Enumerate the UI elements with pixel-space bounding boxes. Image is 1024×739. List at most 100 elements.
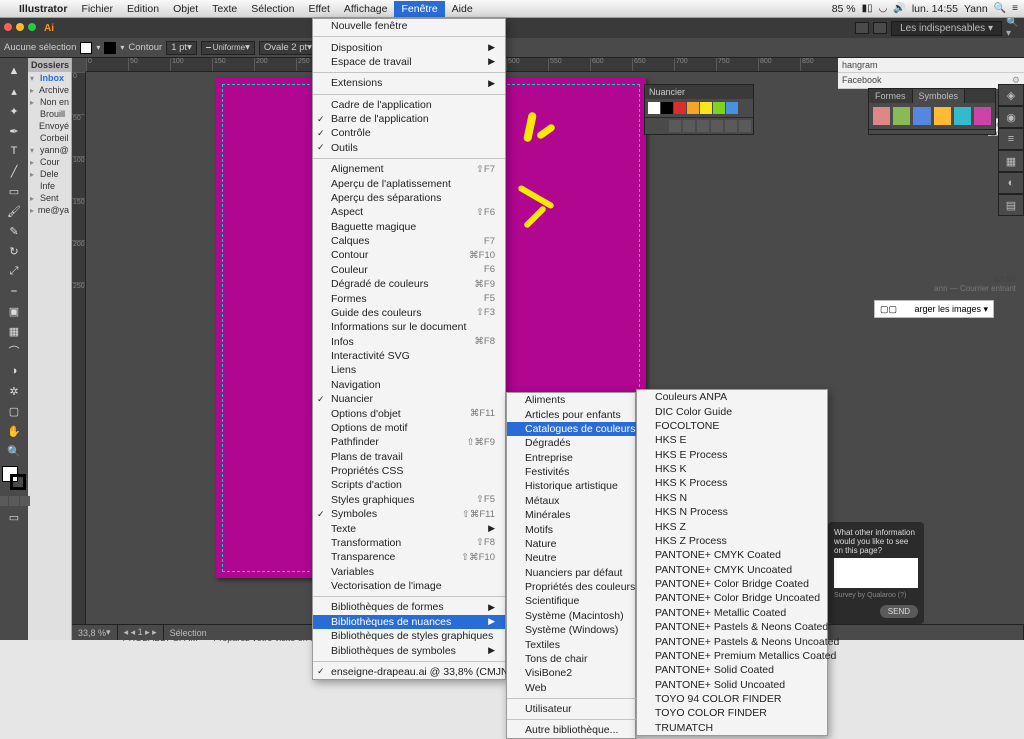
transparency-panel-icon[interactable]: ◐ bbox=[998, 172, 1024, 194]
magic-wand-tool[interactable]: ✦ bbox=[3, 102, 25, 120]
menu-catalogue-item[interactable]: PANTONE+ Premium Metallics Coated bbox=[637, 649, 827, 663]
folder-item[interactable]: ▸Sent bbox=[28, 192, 71, 204]
layers-panel-icon[interactable]: ▤ bbox=[998, 194, 1024, 216]
spotlight-icon[interactable]: 🔍 bbox=[994, 3, 1006, 14]
fill-stroke-tool[interactable] bbox=[2, 466, 26, 490]
menu-catalogue-item[interactable]: HKS Z Process bbox=[637, 534, 827, 548]
swatch[interactable] bbox=[674, 102, 686, 114]
menu-fenetre-item[interactable]: Propriétés CSS bbox=[313, 464, 505, 478]
blend-tool[interactable]: ◑ bbox=[3, 362, 25, 380]
arrange-documents-button[interactable] bbox=[855, 22, 869, 34]
artboard-nav[interactable]: ◂ ◂ 1 ▸ ▸ bbox=[118, 625, 164, 640]
menubar-item-affichage[interactable]: Affichage bbox=[337, 1, 395, 17]
menu-fenetre-item[interactable]: ✓enseigne-drapeau.ai @ 33,8% (CMJN/Aperç… bbox=[313, 665, 505, 679]
folder-item[interactable]: ▸Cour bbox=[28, 156, 71, 168]
swatch[interactable] bbox=[700, 102, 712, 114]
folder-item[interactable]: ▸me@ya bbox=[28, 204, 71, 216]
swatches-panel[interactable]: Nuancier bbox=[644, 84, 754, 135]
window-minimize[interactable] bbox=[16, 23, 24, 31]
menu-fenetre-item[interactable]: Dégradé de couleurs⌘F9 bbox=[313, 277, 505, 291]
folder-item[interactable]: Corbeil bbox=[28, 132, 71, 144]
type-tool[interactable]: T bbox=[3, 142, 25, 160]
symbols-panel[interactable]: Formes Symboles bbox=[868, 88, 996, 135]
paintbrush-tool[interactable]: 🖌 bbox=[3, 202, 25, 220]
gradient-panel-icon[interactable]: ▦ bbox=[998, 150, 1024, 172]
menu-fenetre-item[interactable]: ✓Symboles⇧⌘F11 bbox=[313, 507, 505, 521]
menu-fenetre-item[interactable]: Vectorisation de l'image bbox=[313, 579, 505, 593]
menu-fenetre-item[interactable]: ✓Nuancier bbox=[313, 392, 505, 406]
menu-fenetre-item[interactable]: Contour⌘F10 bbox=[313, 248, 505, 262]
menu-fenetre-item[interactable]: Baguette magique bbox=[313, 220, 505, 234]
symbol-2[interactable] bbox=[893, 107, 910, 125]
swatch[interactable] bbox=[648, 102, 660, 114]
menu-fenetre-item[interactable]: Bibliothèques de nuances▶ bbox=[313, 615, 505, 629]
menu-fenetre-item[interactable]: Aperçu des séparations bbox=[313, 191, 505, 205]
menu-fenetre-item[interactable]: FormesF5 bbox=[313, 291, 505, 305]
fill-swatch[interactable] bbox=[80, 42, 92, 54]
stroke-weight-input[interactable]: 1 pt ▾ bbox=[166, 41, 197, 55]
tab-formes[interactable]: Formes bbox=[869, 89, 913, 103]
menu-catalogue-item[interactable]: HKS N Process bbox=[637, 505, 827, 519]
symbol-1[interactable] bbox=[873, 107, 890, 125]
menubar-item-fichier[interactable]: Fichier bbox=[74, 1, 120, 17]
pen-tool[interactable]: ✒ bbox=[3, 122, 25, 140]
menu-fenetre-item[interactable]: Options d'objet⌘F11 bbox=[313, 406, 505, 420]
menubar-app[interactable]: Illustrator bbox=[12, 1, 74, 17]
window-close[interactable] bbox=[4, 23, 12, 31]
color-modes[interactable] bbox=[0, 496, 30, 506]
menu-fenetre-item[interactable]: CouleurF6 bbox=[313, 263, 505, 277]
symbol-6[interactable] bbox=[974, 107, 991, 125]
menu-fenetre-item[interactable]: Disposition▶ bbox=[313, 40, 505, 54]
menu-catalogue-item[interactable]: HKS E Process bbox=[637, 448, 827, 462]
folder-item[interactable]: ▸Archive bbox=[28, 84, 71, 96]
menu-fenetre-item[interactable]: Espace de travail▶ bbox=[313, 55, 505, 69]
menu-fenetre-item[interactable]: Guide des couleurs⇧F3 bbox=[313, 306, 505, 320]
submenu-bibliotheques-nuances[interactable]: Aliments▶Articles pour enfants▶Catalogue… bbox=[506, 392, 636, 739]
screen-mode-tool[interactable]: ▭ bbox=[3, 508, 25, 526]
menu-fenetre-item[interactable]: Aperçu de l'aplatissement bbox=[313, 176, 505, 190]
menubar-item-texte[interactable]: Texte bbox=[205, 1, 244, 17]
folder-item[interactable]: ▾Inbox bbox=[28, 72, 71, 84]
menubar-user[interactable]: Yann bbox=[964, 3, 988, 15]
eyedropper-tool[interactable]: ⌒ bbox=[3, 342, 25, 360]
screen-mode-button[interactable] bbox=[873, 22, 887, 34]
stroke-label[interactable]: Contour bbox=[128, 42, 162, 53]
symbol-sprayer-tool[interactable]: ✲ bbox=[3, 382, 25, 400]
stroke-profile[interactable]: Uniforme ▾ bbox=[201, 41, 255, 55]
menu-fenetre-item[interactable]: Infos⌘F8 bbox=[313, 335, 505, 349]
width-tool[interactable]: ⎯ bbox=[3, 282, 25, 300]
menu-catalogue-item[interactable]: PANTONE+ Pastels & Neons Uncoated bbox=[637, 634, 827, 648]
menu-catalogue-item[interactable]: PANTONE+ CMYK Uncoated bbox=[637, 563, 827, 577]
wifi-icon[interactable]: ◡ bbox=[879, 3, 888, 14]
notification-center-icon[interactable]: ≡ bbox=[1012, 3, 1018, 14]
menu-fenetre-item[interactable]: Extensions▶ bbox=[313, 76, 505, 90]
menu-catalogue-item[interactable]: HKS K Process bbox=[637, 476, 827, 490]
menu-fenetre-item[interactable]: Navigation bbox=[313, 378, 505, 392]
direct-selection-tool[interactable]: ▴ bbox=[3, 82, 25, 100]
folder-item[interactable]: ▸Non en bbox=[28, 96, 71, 108]
menu-fenetre-item[interactable]: Bibliothèques de formes▶ bbox=[313, 600, 505, 614]
menu-fenetre-item[interactable]: ✓Contrôle bbox=[313, 126, 505, 140]
submenu-catalogues-couleurs[interactable]: Couleurs ANPADIC Color GuideFOCOLTONEHKS… bbox=[636, 389, 828, 736]
menu-catalogue-item[interactable]: PANTONE+ Color Bridge Uncoated bbox=[637, 591, 827, 605]
search-button[interactable]: 🔍▾ bbox=[1006, 21, 1020, 35]
volume-icon[interactable]: 🔊 bbox=[893, 3, 905, 14]
symbol-4[interactable] bbox=[934, 107, 951, 125]
folder-item[interactable]: Brouill bbox=[28, 108, 71, 120]
menu-fenetre-item[interactable]: Transparence⇧⌘F10 bbox=[313, 550, 505, 564]
swatch[interactable] bbox=[713, 102, 725, 114]
artboard-tool[interactable]: ▢ bbox=[3, 402, 25, 420]
menu-fenetre-item[interactable]: Informations sur le document bbox=[313, 320, 505, 334]
line-tool[interactable]: ╱ bbox=[3, 162, 25, 180]
menu-catalogue-item[interactable]: PANTONE+ Color Bridge Coated bbox=[637, 577, 827, 591]
symbol-3[interactable] bbox=[913, 107, 930, 125]
folder-item[interactable]: Envoyé bbox=[28, 120, 71, 132]
zoom-tool[interactable]: 🔍 bbox=[3, 442, 25, 460]
rotate-tool[interactable]: ↻ bbox=[3, 242, 25, 260]
battery-indicator[interactable]: 85 % bbox=[832, 3, 856, 15]
zoom-level[interactable]: 33,8 % ▾ bbox=[72, 625, 118, 640]
menu-fenetre-item[interactable]: Aspect⇧F6 bbox=[313, 205, 505, 219]
scale-tool[interactable]: ⤢ bbox=[3, 262, 25, 280]
menu-fenetre-item[interactable]: Plans de travail bbox=[313, 450, 505, 464]
brush-definition[interactable]: Ovale 2 pt ▾ bbox=[259, 41, 317, 55]
